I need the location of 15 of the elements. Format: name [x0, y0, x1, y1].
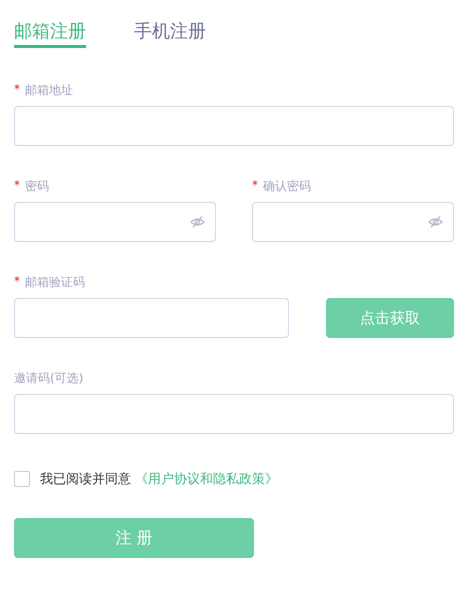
tab[interactable]: 手机注册: [134, 10, 206, 48]
get-code-button[interactable]: 点击获取: [326, 298, 454, 338]
agreement-link[interactable]: 《用户协议和隐私政策》: [135, 470, 278, 488]
agreement-text: 我已阅读并同意: [40, 471, 131, 488]
required-mark: *: [252, 178, 258, 192]
field-label: 邮箱验证码: [25, 274, 85, 288]
field-label: 确认密码: [263, 178, 311, 192]
required-mark: *: [14, 274, 20, 288]
field-label: 邀请码(可选): [14, 370, 84, 384]
field-label: 密码: [25, 178, 49, 192]
required-mark: *: [14, 82, 20, 96]
register-button[interactable]: 注 册: [14, 518, 254, 558]
required-mark: *: [14, 178, 20, 192]
field-label: 邮箱地址: [25, 82, 73, 96]
tab[interactable]: 邮箱注册: [14, 10, 86, 48]
